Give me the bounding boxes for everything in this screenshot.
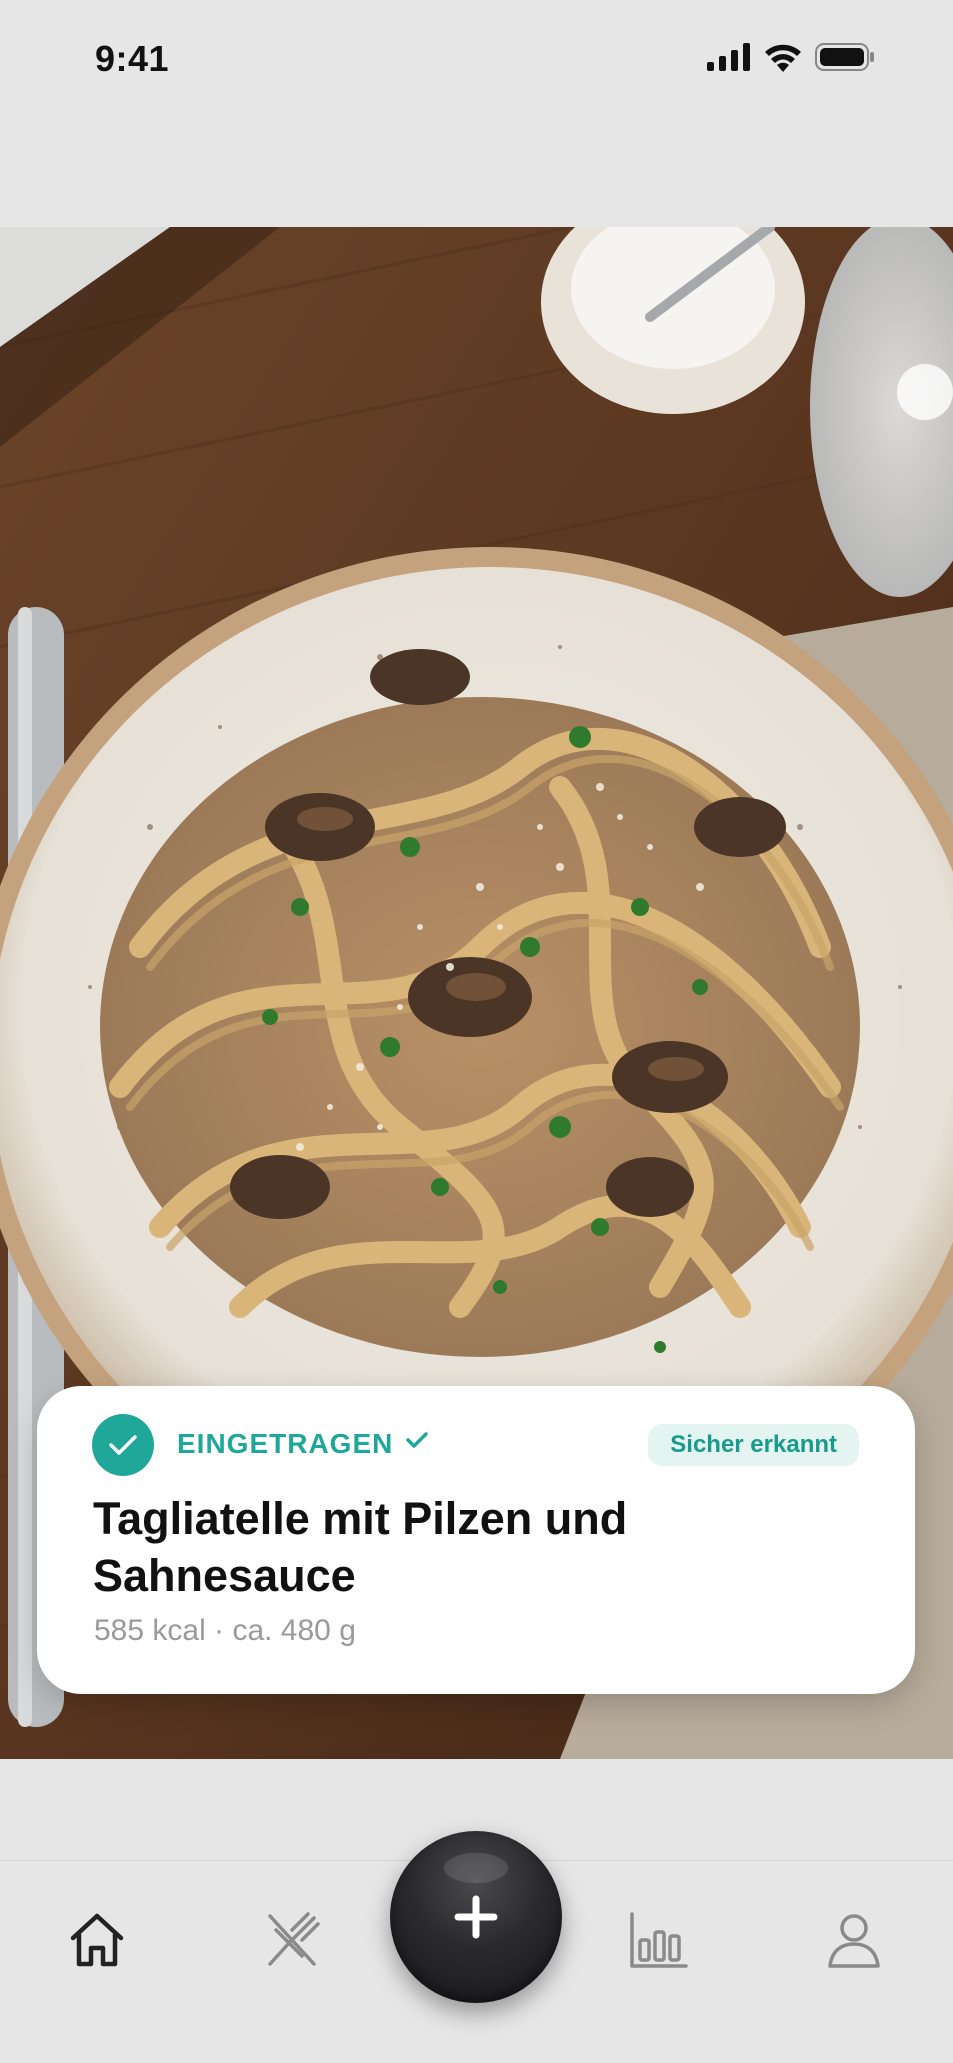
weight-value: ca. 480 g — [232, 1614, 356, 1647]
bar-chart-icon — [630, 1912, 688, 1968]
nav-home[interactable] — [65, 1908, 129, 1972]
checkmark-circle-icon — [92, 1414, 154, 1476]
home-icon — [70, 1913, 124, 1967]
status-time: 9:41 — [95, 38, 170, 79]
nav-profile[interactable] — [822, 1908, 886, 1972]
cutlery-icon — [268, 1912, 320, 1966]
signal-icon — [707, 43, 750, 71]
meta-separator: · — [214, 1614, 225, 1647]
status-icons — [707, 42, 875, 72]
profile-icon — [828, 1914, 880, 1968]
nav-food-log[interactable] — [260, 1908, 324, 1972]
calories-unit: kcal — [152, 1614, 206, 1647]
battery-icon — [815, 43, 874, 71]
result-card[interactable]: EINGETRAGEN Sicher erkannt Tagliatelle m… — [37, 1386, 915, 1694]
plus-icon — [454, 1895, 498, 1939]
food-meta: 585 kcal · ca. 480 g — [94, 1614, 356, 1648]
nav-statistics[interactable] — [626, 1908, 690, 1972]
add-meal-button[interactable] — [390, 1831, 562, 2003]
calories-value: 585 — [94, 1614, 145, 1647]
status-label: EINGETRAGEN — [177, 1428, 394, 1459]
confidence-badge: Sicher erkannt — [648, 1424, 859, 1466]
food-name: Tagliatelle mit Pilzen und Sahnesauce — [93, 1493, 628, 1601]
wifi-icon — [765, 44, 801, 72]
status-bar: 9:41 — [0, 0, 953, 120]
check-icon — [406, 1432, 428, 1448]
